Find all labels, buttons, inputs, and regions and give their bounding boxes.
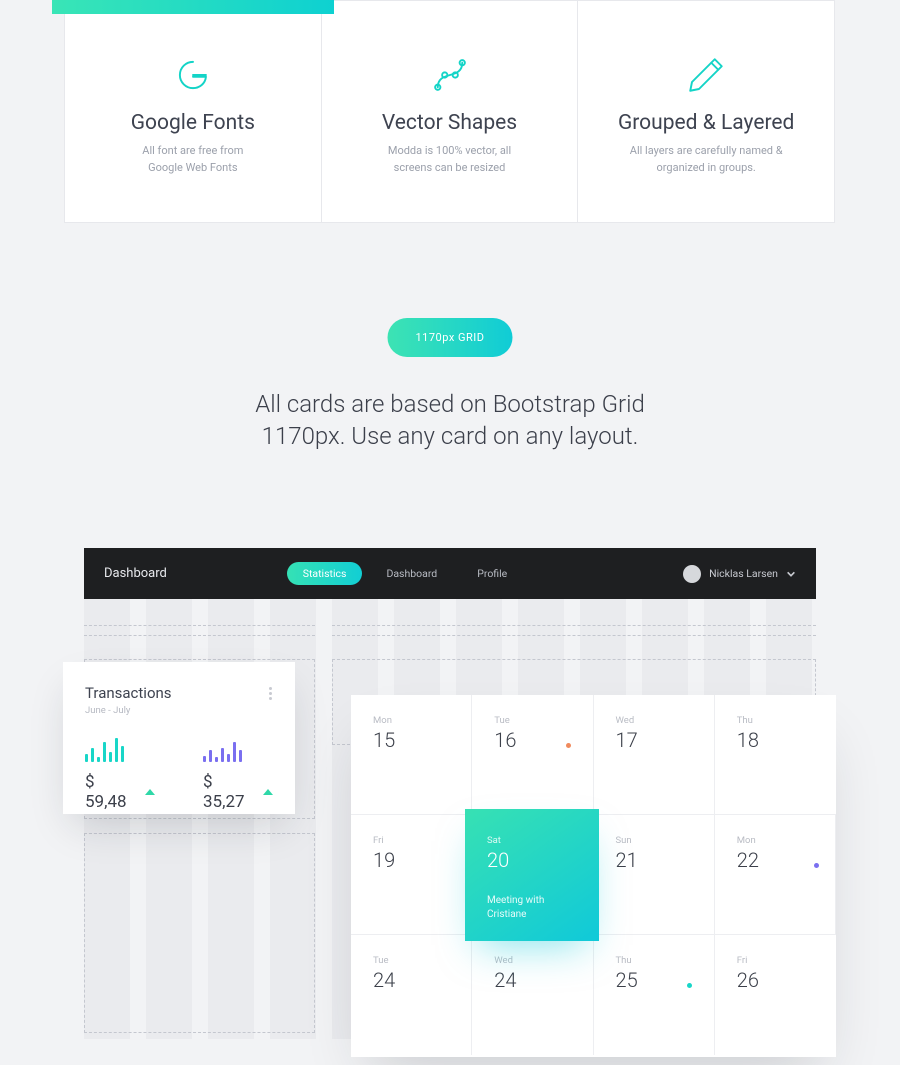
amount-b: $ 35,27 bbox=[203, 772, 255, 812]
accent-strip bbox=[52, 0, 334, 14]
vector-icon bbox=[429, 49, 471, 101]
calendar-cell[interactable]: Tue 24 bbox=[351, 935, 472, 1055]
event-dot bbox=[566, 743, 571, 748]
day-of-week: Sat bbox=[487, 835, 577, 846]
more-icon[interactable] bbox=[269, 687, 273, 700]
grid-description: All cards are based on Bootstrap Grid 11… bbox=[240, 388, 660, 453]
day-of-week: Tue bbox=[373, 955, 449, 966]
chevron-down-icon bbox=[786, 569, 796, 579]
day-number: 25 bbox=[616, 968, 692, 992]
feature-desc: Modda is 100% vector, all screens can be… bbox=[388, 143, 511, 176]
app-title: Dashboard bbox=[104, 566, 167, 581]
day-number: 24 bbox=[494, 968, 570, 992]
event-dot bbox=[687, 983, 692, 988]
day-of-week: Tue bbox=[494, 715, 570, 726]
calendar-cell[interactable]: Mon 22 bbox=[715, 815, 836, 934]
user-name: Nicklas Larsen bbox=[709, 567, 778, 580]
pencil-icon bbox=[685, 49, 727, 101]
google-fonts-icon bbox=[172, 49, 214, 101]
calendar-cell[interactable]: Wed 17 bbox=[594, 695, 715, 814]
day-number: 16 bbox=[494, 728, 570, 752]
calendar-row: Fri 19 Sun 21 Mon 22 Sat 20 Meeting with… bbox=[351, 815, 836, 935]
day-of-week: Thu bbox=[616, 955, 692, 966]
calendar-cell-active[interactable]: Sat 20 Meeting with Cristiane bbox=[465, 809, 599, 941]
avatar bbox=[683, 565, 701, 583]
amount-a: $ 59,48 bbox=[85, 772, 137, 812]
day-of-week: Wed bbox=[616, 715, 692, 726]
transactions-card: Transactions June - July $ 59,48 $ 35,27 bbox=[63, 662, 295, 814]
day-number: 15 bbox=[373, 728, 449, 752]
nav-tabs: Statistics Dashboard Profile bbox=[287, 562, 524, 585]
calendar-row: Tue 24 Wed 24 Thu 25 Fri 26 bbox=[351, 935, 836, 1055]
day-of-week: Fri bbox=[373, 835, 449, 846]
feature-row: Google Fonts All font are free from Goog… bbox=[64, 0, 835, 223]
app-bar: Dashboard Statistics Dashboard Profile N… bbox=[84, 548, 816, 599]
day-number: 19 bbox=[373, 848, 449, 872]
day-number: 20 bbox=[487, 848, 577, 872]
calendar-cell[interactable]: Thu 25 bbox=[594, 935, 715, 1055]
feature-vector-shapes: Vector Shapes Modda is 100% vector, all … bbox=[322, 1, 579, 222]
trend-up-icon bbox=[263, 789, 273, 795]
feature-title: Vector Shapes bbox=[382, 111, 517, 135]
feature-google-fonts: Google Fonts All font are free from Goog… bbox=[65, 1, 322, 222]
bar-chart-b bbox=[203, 734, 273, 762]
day-number: 26 bbox=[737, 968, 814, 992]
calendar-cell[interactable]: Thu 18 bbox=[715, 695, 836, 814]
calendar-cell[interactable]: Fri 19 bbox=[351, 815, 472, 934]
transactions-title: Transactions bbox=[85, 684, 172, 702]
day-number: 24 bbox=[373, 968, 449, 992]
calendar-card: Mon 15 Tue 16 Wed 17 Thu 18 Fri 19 Sun 2… bbox=[351, 695, 836, 1057]
calendar-cell[interactable]: Mon 15 bbox=[351, 695, 472, 814]
grid-pill: 1170px GRID bbox=[388, 318, 513, 357]
day-number: 18 bbox=[737, 728, 814, 752]
feature-desc: All layers are carefully named & organiz… bbox=[630, 143, 783, 176]
event-label: Meeting with Cristiane bbox=[487, 894, 577, 922]
day-of-week: Mon bbox=[737, 835, 813, 846]
tab-statistics[interactable]: Statistics bbox=[287, 562, 363, 585]
day-of-week: Sun bbox=[616, 835, 692, 846]
feature-title: Google Fonts bbox=[131, 111, 255, 135]
day-of-week: Wed bbox=[494, 955, 570, 966]
tab-dashboard[interactable]: Dashboard bbox=[370, 562, 453, 585]
tab-profile[interactable]: Profile bbox=[461, 562, 523, 585]
day-number: 17 bbox=[616, 728, 692, 752]
feature-grouped-layered: Grouped & Layered All layers are careful… bbox=[578, 1, 834, 222]
day-of-week: Fri bbox=[737, 955, 814, 966]
calendar-row: Mon 15 Tue 16 Wed 17 Thu 18 bbox=[351, 695, 836, 815]
bar-chart-a bbox=[85, 734, 155, 762]
day-number: 22 bbox=[737, 848, 813, 872]
transactions-subtitle: June - July bbox=[85, 705, 273, 716]
day-of-week: Thu bbox=[737, 715, 814, 726]
feature-title: Grouped & Layered bbox=[618, 111, 794, 135]
day-of-week: Mon bbox=[373, 715, 449, 726]
calendar-cell[interactable]: Wed 24 bbox=[472, 935, 593, 1055]
trend-up-icon bbox=[145, 789, 155, 795]
event-dot bbox=[814, 863, 819, 868]
calendar-cell[interactable]: Fri 26 bbox=[715, 935, 836, 1055]
feature-desc: All font are free from Google Web Fonts bbox=[142, 143, 243, 176]
calendar-cell[interactable]: Tue 16 bbox=[472, 695, 593, 814]
user-menu[interactable]: Nicklas Larsen bbox=[683, 565, 796, 583]
day-number: 21 bbox=[616, 848, 692, 872]
calendar-cell[interactable]: Sun 21 bbox=[594, 815, 715, 934]
